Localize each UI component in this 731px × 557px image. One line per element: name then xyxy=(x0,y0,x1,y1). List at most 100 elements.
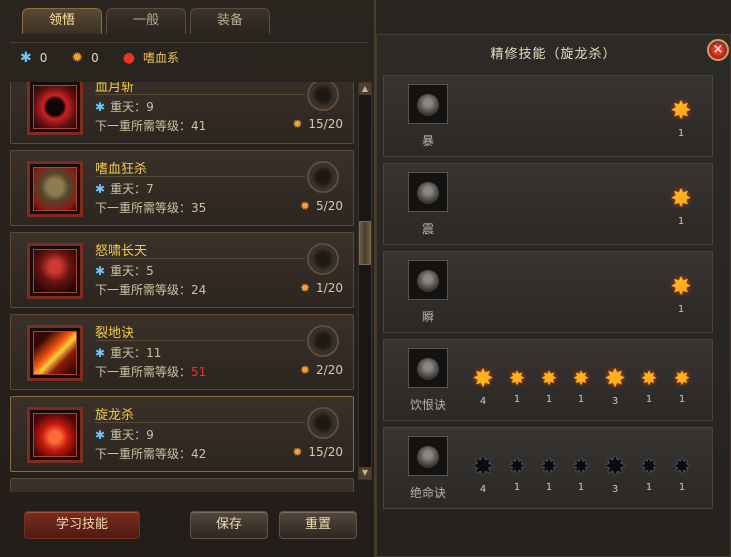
skill-level: ✱ 重天：9 xyxy=(95,98,154,115)
orange-star-icon: ✹ xyxy=(299,281,311,295)
divider xyxy=(95,340,305,341)
scroll-up-icon[interactable]: ▲ xyxy=(359,83,371,95)
dark-star-icon: ✸ xyxy=(540,454,558,478)
gold-star-icon: ✸ xyxy=(540,366,558,390)
skill-slot-knob[interactable] xyxy=(307,407,339,439)
skill-level: ✱ 重天：7 xyxy=(95,180,154,197)
gold-star-icon: ✸ xyxy=(604,364,626,394)
close-icon[interactable]: × xyxy=(707,39,729,61)
refine-star[interactable]: ✸ 3 xyxy=(600,366,630,407)
scroll-down-icon[interactable]: ▼ xyxy=(359,467,371,479)
refine-star[interactable]: ✸ 1 xyxy=(502,366,532,405)
blood-drop-icon: ● xyxy=(122,49,135,66)
refine-star[interactable]: ✸ 1 xyxy=(666,186,696,227)
blood-moon-skill-icon xyxy=(27,82,83,135)
refine-slot-icon[interactable] xyxy=(408,348,448,388)
divider xyxy=(95,258,305,259)
tab-comprehend[interactable]: 领悟 xyxy=(22,8,102,34)
dark-star-icon: ✸ xyxy=(572,454,590,478)
coin-icon xyxy=(417,94,439,116)
save-button[interactable]: 保存 xyxy=(190,511,268,539)
skill-window: 领悟 一般 装备 ✱ 0 ✹ 0 ● 嗜血系 血月斩 ✱ 重天：9 下一重所需等级… xyxy=(0,0,376,557)
refine-slot-icon[interactable] xyxy=(408,436,448,476)
refine-star[interactable]: ✸ 1 xyxy=(534,366,564,405)
refine-star[interactable]: ✸ 3 xyxy=(600,454,630,495)
skill-level-text: 重天：5 xyxy=(110,264,154,278)
dark-star-icon: ✸ xyxy=(604,452,626,482)
skill-level-text: 重天：9 xyxy=(110,100,154,114)
refine-star[interactable]: ✸ 1 xyxy=(534,454,564,493)
refine-star[interactable]: ✸ 1 xyxy=(502,454,532,493)
refine-star[interactable]: ✸ 1 xyxy=(634,454,664,493)
refine-star[interactable]: ✸ 1 xyxy=(634,366,664,405)
skill-slot-knob[interactable] xyxy=(307,161,339,193)
reset-button[interactable]: 重置 xyxy=(279,511,357,539)
refine-star[interactable]: ✸ 1 xyxy=(667,454,697,493)
orange-star-icon: ✹ xyxy=(299,199,311,213)
skill-card[interactable]: 怒啸长天 ✱ 重天：5 下一重所需等级：24 ✹ 1/20 xyxy=(10,232,354,308)
blue-resource: ✱ 0 xyxy=(20,50,47,66)
blue-count: 0 xyxy=(39,50,48,65)
progress-text: 15/20 xyxy=(308,117,343,131)
skill-card[interactable]: 嗜血狂杀 ✱ 重天：7 下一重所需等级：35 ✹ 5/20 xyxy=(10,150,354,226)
star-count: 1 xyxy=(677,216,685,227)
refine-slot-icon[interactable] xyxy=(408,172,448,212)
skill-name: 怒啸长天 xyxy=(95,244,148,259)
refine-row-label: 饮恨诀 xyxy=(409,398,446,412)
learn-skill-button[interactable]: 学习技能 xyxy=(24,511,140,539)
skill-card[interactable]: 血月斩 ✱ 重天：9 下一重所需等级：41 ✹ 15/20 xyxy=(10,82,354,144)
skill-card[interactable] xyxy=(10,478,354,492)
req-value: 51 xyxy=(191,365,207,379)
refine-star[interactable]: ✸ 4 xyxy=(468,366,498,407)
refine-star[interactable]: ✸ 1 xyxy=(666,98,696,139)
star-count: 4 xyxy=(479,396,487,407)
refine-slot-icon[interactable] xyxy=(408,260,448,300)
skill-requirement: 下一重所需等级：24 xyxy=(95,281,206,298)
skill-list-scrollbar[interactable]: ▲ ▼ xyxy=(358,82,372,480)
scroll-thumb[interactable] xyxy=(359,221,371,265)
refine-row-label: 瞬 xyxy=(421,310,434,324)
skill-slot-knob[interactable] xyxy=(307,243,339,275)
progress-text: 1/20 xyxy=(316,281,343,295)
req-label: 下一重所需等级： xyxy=(95,447,192,461)
resource-bar: ✱ 0 ✹ 0 ● 嗜血系 xyxy=(10,42,368,72)
star-count: 3 xyxy=(611,484,619,495)
gold-star-icon: ✸ xyxy=(572,366,590,390)
blue-star-icon: ✱ xyxy=(95,345,106,360)
refine-slot-icon[interactable] xyxy=(408,84,448,124)
tab-general[interactable]: 一般 xyxy=(106,8,186,34)
blue-star-icon: ✱ xyxy=(95,99,106,114)
req-value: 24 xyxy=(191,283,207,297)
skill-level: ✱ 重天：5 xyxy=(95,262,154,279)
orange-star-icon: ✹ xyxy=(292,445,303,459)
skill-progress: ✹ 15/20 xyxy=(292,117,343,131)
star-count: 1 xyxy=(677,128,685,139)
dark-star-icon: ✸ xyxy=(508,454,526,478)
refine-row-label: 绝命诀 xyxy=(409,486,446,500)
skill-progress: ✹ 1/20 xyxy=(300,281,343,295)
star-count: 1 xyxy=(645,482,653,493)
refine-row: 绝命诀 ✸ 4 ✸ 1 ✸ 1 ✸ 1 ✸ 3 ✸ 1 ✸ 1 xyxy=(383,427,713,509)
dark-star-icon: ✸ xyxy=(640,454,658,478)
refine-row: 瞬 ✸ 1 xyxy=(383,251,713,333)
tab-equipment[interactable]: 装备 xyxy=(190,8,270,34)
skill-card[interactable]: 裂地诀 ✱ 重天：11 下一重所需等级：51 ✹ 2/20 xyxy=(10,314,354,390)
gold-star-icon: ✸ xyxy=(670,184,692,214)
coin-icon xyxy=(417,358,439,380)
refine-star[interactable]: ✸ 1 xyxy=(566,454,596,493)
refine-star[interactable]: ✸ 1 xyxy=(666,274,696,315)
refine-star[interactable]: ✸ 4 xyxy=(468,454,498,495)
gold-star-icon: ✸ xyxy=(670,96,692,126)
skill-name: 旋龙杀 xyxy=(95,408,135,423)
star-count: 1 xyxy=(513,482,521,493)
refine-star[interactable]: ✸ 1 xyxy=(667,366,697,405)
star-count: 4 xyxy=(479,484,487,495)
refine-row-label: 暴 xyxy=(421,134,434,148)
skill-slot-knob[interactable] xyxy=(307,82,339,111)
dark-star-icon: ✸ xyxy=(673,454,691,478)
blue-star-icon: ✱ xyxy=(95,181,106,196)
skill-slot-knob[interactable] xyxy=(307,325,339,357)
skill-card-selected[interactable]: 旋龙杀 ✱ 重天：9 下一重所需等级：42 ✹ 15/20 xyxy=(10,396,354,472)
gold-star-icon: ✸ xyxy=(508,366,526,390)
refine-star[interactable]: ✸ 1 xyxy=(566,366,596,405)
